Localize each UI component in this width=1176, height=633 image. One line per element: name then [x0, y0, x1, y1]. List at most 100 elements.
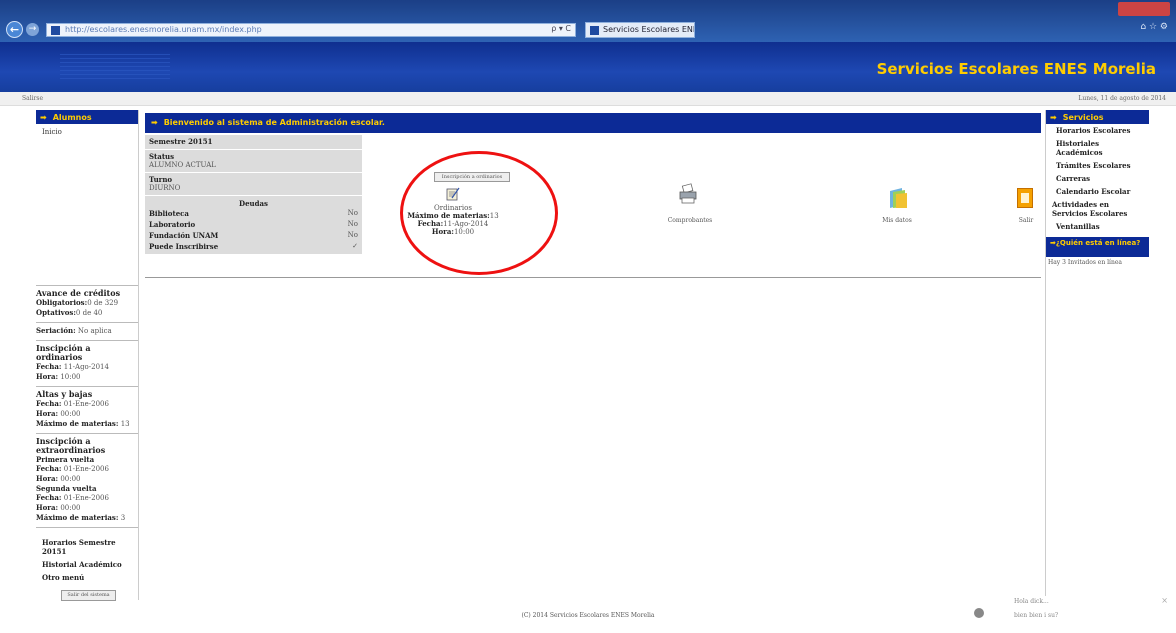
- altas-title: Altas y bajas: [36, 389, 93, 399]
- avatar: [974, 608, 984, 618]
- extra-hora2-label: Hora:: [36, 503, 59, 512]
- favicon-icon: [51, 26, 60, 35]
- top-bar: Salirse Lunes, 11 de agosto de 2014: [0, 92, 1176, 106]
- current-date: Lunes, 11 de agosto de 2014: [1078, 95, 1166, 102]
- primera-vuelta: Primera vuelta: [36, 455, 95, 464]
- seriacion: Seriación: No aplica: [36, 323, 138, 341]
- right-sidebar: ➡ Servicios Horarios Escolares Historiale…: [1045, 110, 1149, 600]
- insc-ord-title: Inscipción a ordinarios: [36, 343, 91, 362]
- printer-icon[interactable]: [677, 183, 699, 205]
- insc-ord-fecha-label: Fecha:: [36, 362, 62, 371]
- otro-menu-link[interactable]: Otro menú: [36, 571, 138, 584]
- seriacion-value: No aplica: [77, 327, 112, 335]
- browser-tool-icons[interactable]: ⌂ ☆ ⚙: [1140, 22, 1168, 32]
- extra-fecha1-value: 01-Ene-2006: [63, 465, 109, 473]
- servicio-link[interactable]: Actividades en Servicios Escolares: [1046, 198, 1149, 220]
- segunda-vuelta: Segunda vuelta: [36, 484, 97, 493]
- close-icon[interactable]: ×: [1161, 596, 1168, 605]
- altas-fecha-label: Fecha:: [36, 399, 62, 408]
- status-label: Status: [149, 152, 175, 161]
- turno-value: DIURNO: [149, 184, 181, 192]
- servicio-link[interactable]: Historiales Académicos: [1046, 137, 1149, 159]
- alumnos-heading-label: Alumnos: [52, 113, 92, 122]
- exit-door-icon[interactable]: [1017, 188, 1033, 208]
- turno-cell: Turno DIURNO: [145, 173, 362, 196]
- servicios-heading-label: Servicios: [1062, 113, 1104, 122]
- chat-popup[interactable]: Hola dick... bien bien i su? ×: [960, 596, 1176, 633]
- browser-tab[interactable]: Servicios Escolares ENES M... ×: [585, 22, 695, 38]
- altas-max-label: Máximo de materias:: [36, 419, 119, 428]
- servicio-link[interactable]: Trámites Escolares: [1046, 159, 1149, 172]
- deuda-label: Biblioteca: [149, 209, 189, 218]
- alumnos-heading: ➡ Alumnos: [36, 110, 138, 124]
- main-content: ➡ Bienvenido al sistema de Administración…: [145, 113, 1041, 278]
- altas-bajas-info: Altas y bajas Fecha: 01-Ene-2006 Hora: 0…: [36, 387, 138, 434]
- back-button[interactable]: ←: [6, 21, 23, 38]
- deuda-label: Puede Inscribirse: [149, 242, 219, 251]
- extra-title: Inscipción a extraordinarios: [36, 436, 106, 455]
- deuda-row: Fundación UNAM No: [145, 230, 362, 241]
- extra-hora1-label: Hora:: [36, 474, 59, 483]
- inicio-link[interactable]: Inicio: [36, 124, 138, 286]
- avance-title: Avance de créditos: [36, 288, 121, 298]
- deuda-label: Fundación UNAM: [149, 231, 219, 240]
- site-header: Servicios Escolares ENES Morelia: [0, 42, 1176, 92]
- welcome-heading: ➡ Bienvenido al sistema de Administración…: [145, 113, 1041, 133]
- altas-max-value: 13: [120, 420, 130, 428]
- mis-datos-link[interactable]: Mis datos: [867, 217, 927, 224]
- altas-fecha-value: 01-Ene-2006: [63, 400, 109, 408]
- student-info-table: Semestre 20151 Status ALUMNO ACTUAL Turno…: [145, 135, 362, 254]
- arrow-right-icon: ➡: [1050, 113, 1057, 122]
- servicios-heading: ➡ Servicios: [1046, 110, 1149, 124]
- address-bar[interactable]: http://escolares.enesmorelia.unam.mx/ind…: [46, 23, 576, 37]
- header-logo: [60, 54, 170, 80]
- extra-fecha2-value: 01-Ene-2006: [63, 494, 109, 502]
- servicio-link[interactable]: Calendario Escolar: [1046, 185, 1149, 198]
- insc-ord-hora-label: Hora:: [36, 372, 59, 381]
- welcome-heading-label: Bienvenido al sistema de Administración …: [163, 118, 385, 127]
- extraordinarios-info: Inscipción a extraordinarios Primera vue…: [36, 434, 138, 528]
- avance-creditos: Avance de créditos Obligatorios:0 de 329…: [36, 286, 138, 323]
- seriacion-label: Seriación:: [36, 326, 76, 335]
- semestre-cell: Semestre 20151: [145, 135, 362, 150]
- extra-hora1-value: 00:00: [60, 475, 81, 483]
- window-close-button[interactable]: [1118, 2, 1170, 16]
- servicio-link[interactable]: Carreras: [1046, 172, 1149, 185]
- extra-fecha1-label: Fecha:: [36, 464, 62, 473]
- extra-max-value: 3: [120, 514, 126, 522]
- forward-button[interactable]: →: [26, 23, 39, 36]
- obligatorios-label: Obligatorios:: [36, 298, 88, 307]
- optativos-value: 0 de 40: [75, 309, 103, 317]
- quien-label: ¿Quién está en línea?: [1055, 239, 1141, 247]
- altas-hora-label: Hora:: [36, 409, 59, 418]
- altas-hora-value: 00:00: [60, 410, 81, 418]
- extra-hora2-value: 00:00: [60, 504, 81, 512]
- left-sidebar: ➡ Alumnos Inicio Avance de créditos Oblig…: [36, 110, 139, 601]
- historial-academico-link[interactable]: Historial Académico: [36, 558, 138, 571]
- deuda-value: No: [347, 231, 358, 239]
- tab-favicon-icon: [590, 26, 599, 35]
- optativos-label: Optativos:: [36, 308, 76, 317]
- guests-online: Hay 3 Invitados en línea: [1048, 259, 1122, 266]
- obligatorios-value: 0 de 329: [87, 299, 119, 307]
- comprobantes-link[interactable]: Comprobantes: [660, 217, 720, 224]
- extra-fecha2-label: Fecha:: [36, 493, 62, 502]
- deuda-value: ✓: [352, 242, 358, 250]
- status-cell: Status ALUMNO ACTUAL: [145, 150, 362, 173]
- servicio-link[interactable]: Horarios Escolares: [1046, 124, 1149, 137]
- deuda-row: Puede Inscribirse ✓: [145, 241, 362, 254]
- deuda-value: No: [347, 209, 358, 217]
- folder-icon[interactable]: [888, 187, 908, 209]
- extra-max-label: Máximo de materias:: [36, 513, 119, 522]
- site-title: Servicios Escolares ENES Morelia: [876, 60, 1156, 78]
- address-tools[interactable]: ρ ▾ C: [551, 24, 571, 33]
- semestre-value: Semestre 20151: [149, 137, 213, 146]
- browser-chrome: ← → http://escolares.enesmorelia.unam.mx…: [0, 0, 1176, 42]
- logout-link[interactable]: Salirse: [22, 95, 43, 102]
- horarios-semestre-link[interactable]: Horarios Semestre 20151: [36, 536, 138, 558]
- salir-link[interactable]: Salir: [1011, 217, 1041, 224]
- chat-line: bien bien i su?: [1014, 612, 1059, 619]
- servicio-link[interactable]: Ventanillas: [1046, 220, 1149, 233]
- insc-ord-hora-value: 10:00: [60, 373, 81, 381]
- salir-sistema-button[interactable]: Salir del sistema: [61, 590, 116, 601]
